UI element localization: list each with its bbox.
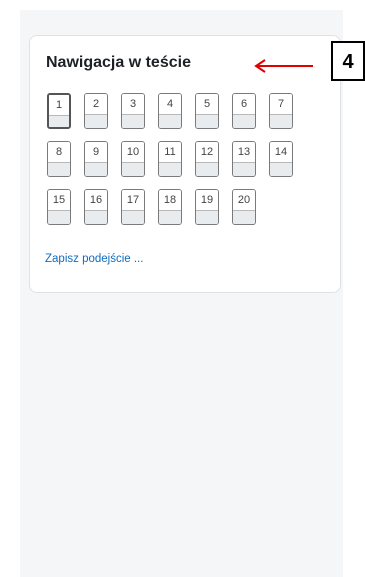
question-button-7[interactable]: 7: [269, 93, 293, 129]
question-number: 13: [233, 142, 255, 162]
question-number: 19: [196, 190, 218, 210]
question-number: 17: [122, 190, 144, 210]
question-state-indicator: [159, 162, 181, 176]
question-state-indicator: [270, 162, 292, 176]
save-attempt-link[interactable]: Zapisz podejście ...: [45, 253, 143, 265]
question-number: 9: [85, 142, 107, 162]
question-button-18[interactable]: 18: [158, 189, 182, 225]
page: Nawigacja w teście 1 2 3 4 5 6 7 8 9 10 …: [0, 0, 365, 577]
question-button-4[interactable]: 4: [158, 93, 182, 129]
question-state-indicator: [233, 162, 255, 176]
question-button-3[interactable]: 3: [121, 93, 145, 129]
question-button-20[interactable]: 20: [232, 189, 256, 225]
question-button-9[interactable]: 9: [84, 141, 108, 177]
question-state-indicator: [122, 114, 144, 128]
question-number: 8: [48, 142, 70, 162]
question-number: 7: [270, 94, 292, 114]
question-number: 16: [85, 190, 107, 210]
question-state-indicator: [85, 210, 107, 224]
question-state-indicator: [196, 162, 218, 176]
question-state-indicator: [85, 114, 107, 128]
question-button-11[interactable]: 11: [158, 141, 182, 177]
annotation-callout: 4: [331, 41, 365, 81]
question-button-14[interactable]: 14: [269, 141, 293, 177]
question-button-17[interactable]: 17: [121, 189, 145, 225]
question-state-indicator: [270, 114, 292, 128]
question-button-6[interactable]: 6: [232, 93, 256, 129]
question-number: 3: [122, 94, 144, 114]
question-state-indicator: [49, 115, 69, 127]
annotation-arrow-icon: [254, 59, 313, 73]
question-number: 15: [48, 190, 70, 210]
question-button-8[interactable]: 8: [47, 141, 71, 177]
question-number: 14: [270, 142, 292, 162]
question-button-16[interactable]: 16: [84, 189, 108, 225]
question-state-indicator: [48, 162, 70, 176]
question-button-12[interactable]: 12: [195, 141, 219, 177]
question-state-indicator: [233, 210, 255, 224]
question-state-indicator: [159, 114, 181, 128]
question-state-indicator: [48, 210, 70, 224]
question-state-indicator: [122, 210, 144, 224]
question-number: 1: [49, 95, 69, 115]
question-number: 6: [233, 94, 255, 114]
question-state-indicator: [122, 162, 144, 176]
question-button-2[interactable]: 2: [84, 93, 108, 129]
question-button-10[interactable]: 10: [121, 141, 145, 177]
question-state-indicator: [159, 210, 181, 224]
question-state-indicator: [196, 210, 218, 224]
question-button-15[interactable]: 15: [47, 189, 71, 225]
question-number: 4: [159, 94, 181, 114]
question-number: 20: [233, 190, 255, 210]
question-button-1[interactable]: 1: [47, 93, 71, 129]
question-number: 18: [159, 190, 181, 210]
question-number: 5: [196, 94, 218, 114]
question-button-19[interactable]: 19: [195, 189, 219, 225]
question-number: 2: [85, 94, 107, 114]
question-number: 11: [159, 142, 181, 162]
question-button-13[interactable]: 13: [232, 141, 256, 177]
block-title: Nawigacja w teście: [46, 54, 191, 71]
question-number: 10: [122, 142, 144, 162]
question-state-indicator: [233, 114, 255, 128]
question-button-5[interactable]: 5: [195, 93, 219, 129]
question-state-indicator: [85, 162, 107, 176]
question-state-indicator: [196, 114, 218, 128]
question-number: 12: [196, 142, 218, 162]
